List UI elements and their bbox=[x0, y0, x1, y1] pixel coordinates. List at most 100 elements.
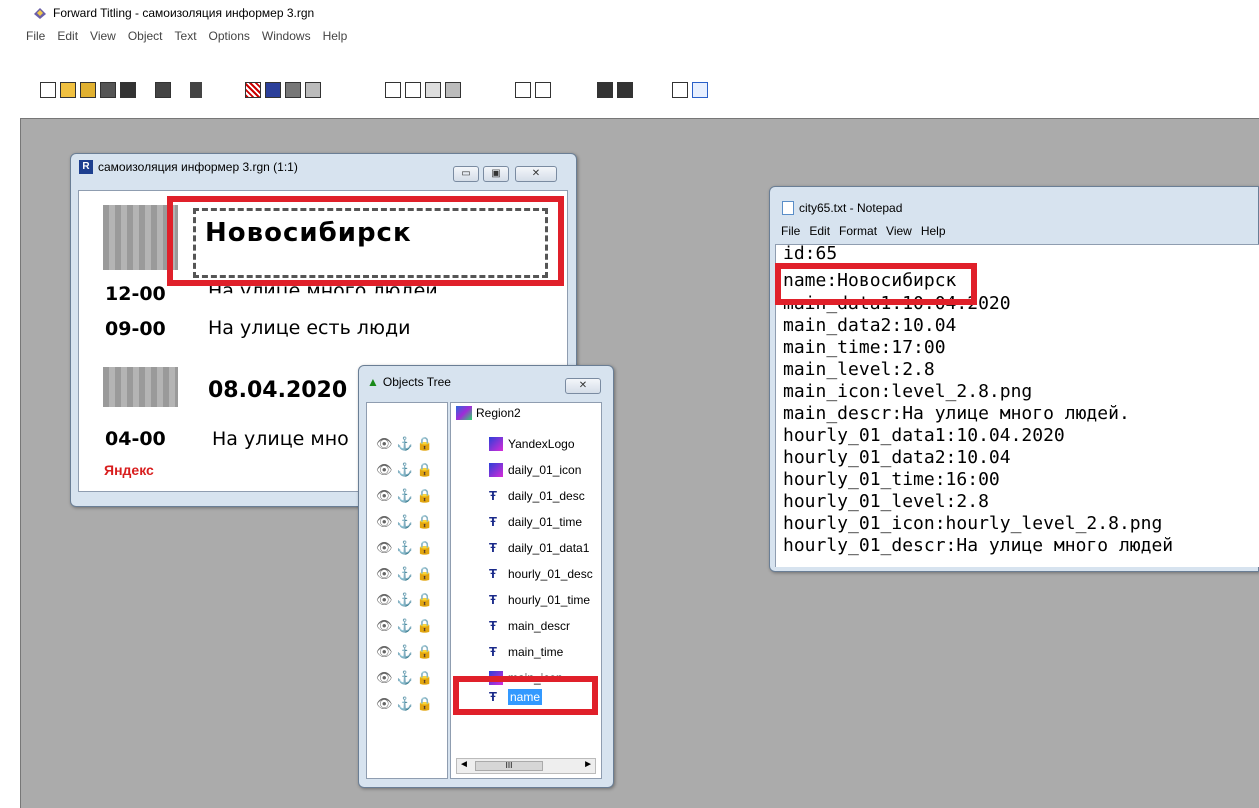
notepad-line: main_descr:На улице много людей. bbox=[783, 403, 1130, 424]
menu-view[interactable]: View bbox=[90, 29, 116, 43]
tree-item[interactable]: Ŧmain_descr bbox=[489, 618, 570, 634]
row1-time: 12-00 bbox=[105, 283, 166, 305]
copy-icon[interactable] bbox=[425, 82, 441, 98]
notepad-menu-file[interactable]: File bbox=[781, 224, 800, 238]
visibility-controls-row[interactable]: 👁⚓🔒 bbox=[376, 540, 437, 556]
notepad-caption: city65.txt - Notepad bbox=[782, 201, 902, 215]
text-icon: Ŧ bbox=[489, 514, 497, 529]
minimize-button[interactable]: ▭ bbox=[453, 166, 479, 182]
notepad-line: main_level:2.8 bbox=[783, 359, 935, 380]
visibility-controls-row[interactable]: 👁⚓🔒 bbox=[376, 670, 437, 686]
notepad-title: city65.txt - Notepad bbox=[799, 201, 903, 215]
notepad-menu-format[interactable]: Format bbox=[839, 224, 877, 238]
tree-close-button[interactable]: ✕ bbox=[565, 378, 601, 394]
grid-icon[interactable] bbox=[245, 82, 261, 98]
menu-object[interactable]: Object bbox=[128, 29, 163, 43]
tree-root[interactable]: Region2 bbox=[456, 406, 521, 420]
scroll-left-icon[interactable]: ◄ bbox=[459, 759, 469, 770]
notepad-line: main_data2:10.04 bbox=[783, 315, 957, 336]
notepad-line: hourly_01_data1:10.04.2020 bbox=[783, 425, 1065, 446]
group-icon[interactable] bbox=[597, 82, 613, 98]
visibility-column bbox=[366, 402, 448, 779]
menu-help[interactable]: Help bbox=[323, 29, 348, 43]
visibility-controls-row[interactable]: 👁⚓🔒 bbox=[376, 514, 437, 530]
stop-icon[interactable] bbox=[155, 82, 171, 98]
paste-icon[interactable] bbox=[445, 82, 461, 98]
notepad-menu-bar: File Edit Format View Help bbox=[775, 220, 1259, 242]
text-icon: Ŧ bbox=[489, 644, 497, 659]
text-icon: Ŧ bbox=[489, 567, 497, 581]
notepad-menu-help[interactable]: Help bbox=[921, 224, 946, 238]
cut-icon[interactable] bbox=[405, 82, 421, 98]
visibility-controls-row[interactable]: 👁⚓🔒 bbox=[376, 696, 437, 712]
notepad-line: main_icon:level_2.8.png bbox=[783, 381, 1033, 402]
close-button[interactable]: ✕ bbox=[515, 166, 557, 182]
open-file-icon[interactable] bbox=[60, 82, 76, 98]
notepad-line: hourly_01_data2:10.04 bbox=[783, 447, 1011, 468]
menu-edit[interactable]: Edit bbox=[57, 29, 78, 43]
tree-item[interactable]: Ŧhourly_01_desc bbox=[489, 567, 599, 581]
row3-time: 04-00 bbox=[105, 428, 166, 450]
tree-root-label: Region2 bbox=[476, 406, 521, 420]
visibility-controls-row[interactable]: 👁⚓🔒 bbox=[376, 488, 437, 504]
tree-item[interactable]: Ŧdaily_01_data1 bbox=[489, 541, 589, 556]
notepad-menu-view[interactable]: View bbox=[886, 224, 912, 238]
weather-image-thumbnail bbox=[103, 367, 178, 407]
menu-file[interactable]: File bbox=[26, 29, 45, 43]
tree-item[interactable]: YandexLogo bbox=[489, 437, 575, 451]
row3-text: На улице мно bbox=[212, 428, 349, 450]
text-icon: Ŧ bbox=[489, 488, 497, 503]
app-title-bar: Forward Titling - самоизоляция информер … bbox=[0, 0, 1259, 26]
open-folder-icon[interactable] bbox=[80, 82, 96, 98]
maximize-button[interactable]: ▣ bbox=[483, 166, 509, 182]
highlight-box-name-object bbox=[167, 196, 564, 286]
scroll-right-icon[interactable]: ► bbox=[583, 759, 593, 770]
menu-options[interactable]: Options bbox=[209, 29, 250, 43]
tree-pane bbox=[450, 402, 602, 779]
film-icon[interactable] bbox=[265, 82, 281, 98]
region-window-title: самоизоляция информер 3.rgn (1:1) bbox=[98, 160, 298, 174]
layout-icon[interactable] bbox=[305, 82, 321, 98]
zoom-icon[interactable] bbox=[692, 82, 708, 98]
save-icon[interactable] bbox=[100, 82, 116, 98]
image-icon bbox=[489, 463, 503, 477]
highlight-box-notepad-name bbox=[775, 263, 977, 305]
new-file-icon[interactable] bbox=[40, 82, 56, 98]
ungroup-icon[interactable] bbox=[617, 82, 633, 98]
menu-windows[interactable]: Windows bbox=[262, 29, 311, 43]
save-all-icon[interactable] bbox=[120, 82, 136, 98]
undo-icon[interactable] bbox=[515, 82, 531, 98]
app-logo-icon bbox=[34, 8, 46, 19]
notepad-line: main_time:17:00 bbox=[783, 337, 946, 358]
horizontal-scrollbar[interactable]: ◄ III ► bbox=[456, 758, 596, 774]
scroll-thumb[interactable]: III bbox=[475, 761, 543, 771]
visibility-controls-row[interactable]: 👁⚓🔒 bbox=[376, 592, 437, 608]
tree-item[interactable]: daily_01_icon bbox=[489, 463, 581, 477]
tree-item[interactable]: Ŧhourly_01_time bbox=[489, 593, 599, 607]
menu-text[interactable]: Text bbox=[175, 29, 197, 43]
visibility-controls-row[interactable]: 👁⚓🔒 bbox=[376, 462, 437, 478]
visibility-controls-row[interactable]: 👁⚓🔒 bbox=[376, 618, 437, 634]
highlight-box-tree-name bbox=[453, 676, 598, 715]
notepad-line: hourly_01_icon:hourly_level_2.8.png bbox=[783, 513, 1163, 534]
delete-icon[interactable] bbox=[385, 82, 401, 98]
visibility-controls-row[interactable]: 👁⚓🔒 bbox=[376, 566, 437, 582]
objects-tree-caption: ▲ Objects Tree bbox=[367, 375, 451, 389]
region-icon bbox=[456, 406, 472, 420]
visibility-controls-row[interactable]: 👁⚓🔒 bbox=[376, 436, 437, 452]
visibility-controls-row[interactable]: 👁⚓🔒 bbox=[376, 644, 437, 660]
tree-item[interactable]: Ŧmain_time bbox=[489, 644, 563, 660]
text-icon: Ŧ bbox=[489, 593, 497, 607]
pointer-icon[interactable] bbox=[672, 82, 688, 98]
notepad-line: id:65 bbox=[783, 244, 838, 264]
tree-item[interactable]: Ŧdaily_01_time bbox=[489, 514, 582, 530]
tree-item[interactable]: Ŧdaily_01_desc bbox=[489, 488, 585, 504]
notepad-menu-edit[interactable]: Edit bbox=[809, 224, 830, 238]
text-icon: Ŧ bbox=[489, 618, 497, 633]
region-window-caption: R самоизоляция информер 3.rgn (1:1) bbox=[79, 160, 298, 174]
yandex-logo: Яндекс bbox=[104, 462, 154, 478]
objects-tree-title: Objects Tree bbox=[382, 375, 451, 389]
row2-time: 09-00 bbox=[105, 318, 166, 340]
preview-icon[interactable] bbox=[285, 82, 301, 98]
redo-icon[interactable] bbox=[535, 82, 551, 98]
